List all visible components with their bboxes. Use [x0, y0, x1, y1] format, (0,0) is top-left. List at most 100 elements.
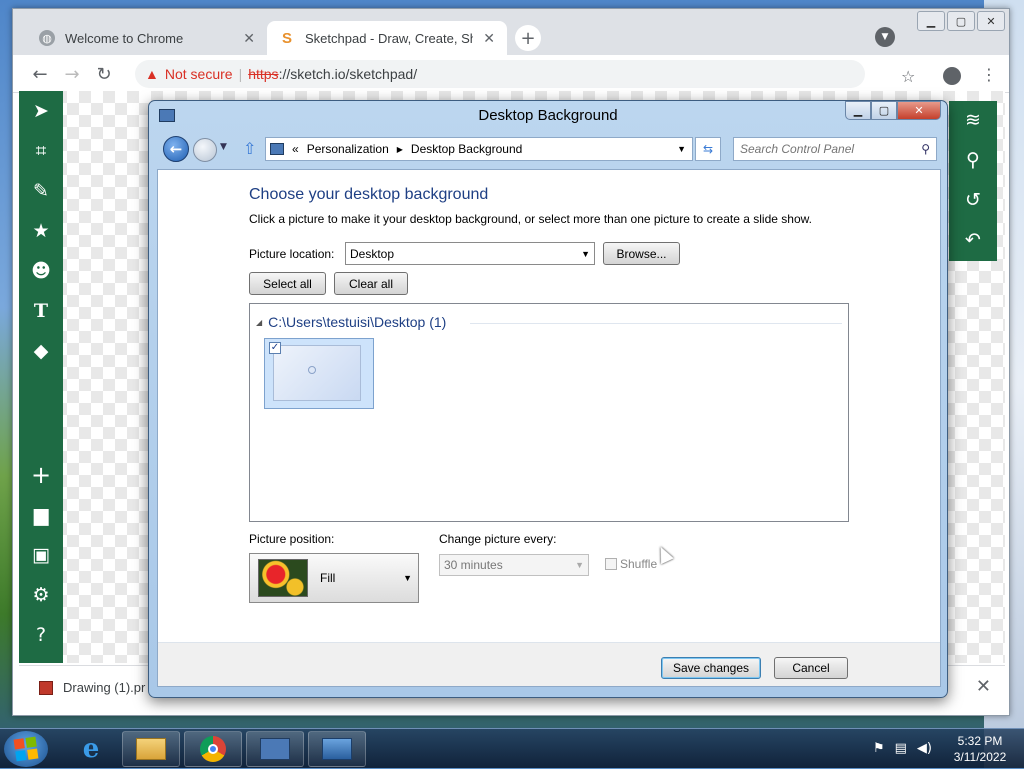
flowers-preview-icon: [258, 559, 308, 597]
control-panel-icon[interactable]: [246, 731, 304, 767]
breadcrumb-overflow[interactable]: «: [292, 142, 299, 156]
up-icon[interactable]: ⇧: [243, 139, 256, 158]
system-tray: ⚑ ▤ ◀): [873, 741, 932, 756]
breadcrumb-item[interactable]: Desktop Background: [411, 142, 522, 156]
close-button[interactable]: ✕: [897, 101, 941, 120]
clock[interactable]: 5:32 PM 3/11/2022: [936, 729, 1024, 769]
tab-close-icon[interactable]: ✕: [243, 30, 255, 47]
folder-icon[interactable]: ▆: [19, 499, 63, 531]
close-button[interactable]: ✕: [977, 11, 1005, 31]
clock-time: 5:32 PM: [957, 734, 1003, 748]
crop-icon[interactable]: ⌗: [19, 135, 63, 167]
tab-close-icon[interactable]: ✕: [483, 30, 495, 47]
history-icon[interactable]: ↺: [949, 183, 997, 217]
clear-all-button[interactable]: Clear all: [334, 272, 408, 295]
change-picture-value: 30 minutes: [444, 558, 503, 572]
tab-sketchpad[interactable]: S Sketchpad - Draw, Create, Share! ✕: [267, 21, 507, 55]
chevron-down-icon: ▼: [403, 573, 412, 583]
bookmark-star-icon[interactable]: ☆: [901, 67, 915, 86]
dialog-footer: Save changes Cancel: [158, 643, 940, 686]
help-icon[interactable]: ?: [19, 619, 63, 651]
save-icon[interactable]: ▣: [19, 539, 63, 571]
warning-icon: ▲: [145, 66, 159, 82]
search-icon[interactable]: ⚲: [921, 142, 930, 156]
sketchpad-logo-icon: S: [281, 29, 292, 47]
reload-icon[interactable]: ↻: [93, 63, 115, 85]
layers-icon[interactable]: ≋: [949, 103, 997, 137]
shuffle-label: Shuffle: [620, 557, 658, 571]
maximize-button[interactable]: ▢: [947, 11, 975, 31]
settings-icon[interactable]: ⚙: [19, 579, 63, 611]
network-icon[interactable]: ▤: [895, 741, 907, 756]
windows-logo-icon: [13, 736, 39, 762]
picture-position-select[interactable]: Fill ▼: [249, 553, 419, 603]
window-controls: ▁ ▢ ✕: [917, 11, 1005, 31]
maximize-button[interactable]: ▢: [871, 101, 897, 120]
divider: [470, 323, 842, 324]
minimize-button[interactable]: ▁: [845, 101, 871, 120]
right-toolbar: ≋ ⚲ ↺ ↶: [949, 101, 997, 261]
chrome-icon[interactable]: [184, 731, 242, 767]
picture-list[interactable]: ◢ C:\Users\testuisi\Desktop (1) ✓: [249, 303, 849, 522]
new-tab-button[interactable]: +: [515, 25, 541, 51]
volume-icon[interactable]: ◀): [917, 741, 932, 756]
menu-icon[interactable]: ⋮: [981, 65, 997, 84]
tab-title: Welcome to Chrome: [65, 30, 184, 46]
change-picture-select: 30 minutes ▼: [439, 554, 589, 576]
picture-thumbnail[interactable]: ✓: [264, 338, 374, 409]
back-icon[interactable]: ←: [29, 63, 51, 85]
divider: |: [238, 66, 243, 82]
start-button[interactable]: [4, 731, 48, 767]
select-all-button[interactable]: Select all: [249, 272, 326, 295]
brush-icon[interactable]: ✎: [19, 175, 63, 207]
shuffle-checkbox: Shuffle: [605, 557, 657, 571]
minimize-button[interactable]: ▁: [917, 11, 945, 31]
internet-explorer-icon[interactable]: e: [62, 731, 120, 767]
close-icon[interactable]: ✕: [976, 676, 991, 697]
breadcrumb-item[interactable]: Personalization: [307, 142, 389, 156]
text-icon[interactable]: T: [19, 295, 63, 327]
file-explorer-icon[interactable]: [122, 731, 180, 767]
search-input[interactable]: [740, 142, 922, 156]
add-icon[interactable]: +: [19, 459, 63, 491]
url-scheme: https: [248, 66, 279, 82]
recent-pages-icon[interactable]: ▼: [220, 142, 227, 152]
breadcrumb[interactable]: « Personalization ▶ Desktop Background ▼: [265, 137, 693, 161]
browse-button[interactable]: Browse...: [603, 242, 680, 265]
flag-icon[interactable]: ⚑: [873, 741, 885, 756]
fill-icon[interactable]: ◆: [19, 335, 63, 367]
desktop-background-app-icon[interactable]: [308, 731, 366, 767]
instructions: Click a picture to make it your desktop …: [249, 212, 812, 226]
collapse-icon[interactable]: ◢: [256, 318, 262, 327]
refresh-icon[interactable]: ⇆: [695, 137, 721, 161]
forward-icon[interactable]: →: [61, 63, 83, 85]
cancel-button[interactable]: Cancel: [774, 657, 848, 679]
star-icon[interactable]: ★: [19, 215, 63, 247]
dialog-content: Choose your desktop background Click a p…: [157, 169, 941, 687]
chevron-down-icon[interactable]: ▼: [875, 27, 895, 47]
desktop-background-dialog: Desktop Background ▁ ▢ ✕ ← ▼ ⇧ « Persona…: [148, 100, 948, 698]
forward-button[interactable]: [193, 138, 217, 162]
download-item[interactable]: Drawing (1).pr: [39, 680, 145, 695]
control-panel-icon: [270, 143, 284, 155]
emoji-icon[interactable]: ☻: [19, 255, 63, 287]
chevron-down-icon: ▼: [575, 560, 584, 570]
undo-icon[interactable]: ↶: [949, 223, 997, 257]
download-filename: Drawing (1).pr: [63, 680, 146, 695]
group-header[interactable]: ◢ C:\Users\testuisi\Desktop (1): [256, 314, 446, 330]
picture-location-select[interactable]: Desktop ▼: [345, 242, 595, 265]
address-bar[interactable]: ▲ Not secure | https://sketch.io/sketchp…: [135, 60, 865, 88]
thumbnail-checkbox[interactable]: ✓: [269, 342, 281, 354]
profile-icon[interactable]: [943, 67, 961, 85]
back-button[interactable]: ←: [163, 136, 189, 162]
search-icon[interactable]: ⚲: [949, 143, 997, 177]
tab-welcome[interactable]: ◍ Welcome to Chrome ✕: [27, 21, 267, 55]
save-changes-button[interactable]: Save changes: [661, 657, 761, 679]
checkbox-box: [605, 558, 617, 570]
chevron-right-icon[interactable]: ▶: [397, 145, 403, 154]
pointer-icon[interactable]: ➤: [19, 95, 63, 127]
dialog-window-controls: ▁ ▢ ✕: [845, 101, 941, 120]
chevron-down-icon[interactable]: ▼: [677, 144, 686, 154]
file-icon: [39, 680, 53, 695]
search-box[interactable]: ⚲: [733, 137, 937, 161]
